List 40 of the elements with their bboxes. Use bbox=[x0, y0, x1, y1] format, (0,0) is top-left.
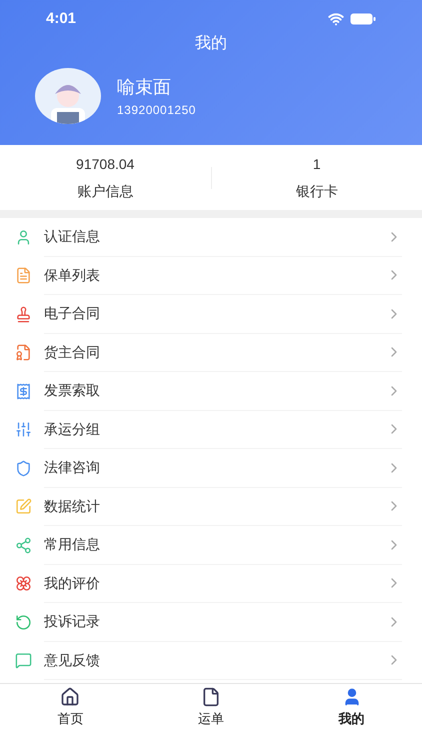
stat-label[interactable]: 账户信息 bbox=[77, 180, 134, 202]
tab-item[interactable]: 首页 bbox=[0, 684, 141, 750]
page-title: 我的 bbox=[195, 34, 227, 54]
menu-item[interactable]: 常用信息 bbox=[0, 526, 422, 564]
menu-label: 法律咨询 bbox=[44, 458, 101, 478]
avatar-icon bbox=[35, 68, 101, 124]
user-phone: 13920001250 bbox=[117, 102, 196, 118]
menu-label: 投诉记录 bbox=[44, 612, 101, 632]
menu-item[interactable]: 承运分组 bbox=[0, 410, 422, 449]
menu-item[interactable]: 投诉记录 bbox=[0, 603, 422, 642]
menu-item[interactable]: 发票索取 bbox=[0, 372, 422, 410]
tab-item[interactable]: 运单 bbox=[140, 684, 282, 750]
wifi-icon bbox=[328, 11, 344, 27]
status-time: 4:01 bbox=[46, 8, 76, 29]
menu-item[interactable]: 电子合同 bbox=[0, 295, 422, 334]
stat-label[interactable]: 银行卡 bbox=[296, 180, 338, 202]
home-icon bbox=[60, 687, 80, 707]
menu-label: 常用信息 bbox=[44, 535, 101, 554]
menu-label: 意见反馈 bbox=[44, 650, 101, 670]
menu-label: 数据统计 bbox=[44, 496, 101, 516]
document-icon bbox=[201, 687, 221, 707]
menu-label: 货主合同 bbox=[44, 342, 101, 362]
menu-item[interactable]: 保单列表 bbox=[0, 256, 422, 295]
menu-item[interactable]: 数据统计 bbox=[0, 488, 422, 526]
tab-item[interactable]: 我的 bbox=[281, 684, 422, 750]
user-name: 喻束面 bbox=[117, 76, 172, 98]
menu-label: 认证信息 bbox=[44, 227, 101, 246]
battery-icon bbox=[350, 13, 376, 25]
stat-value: 1 bbox=[312, 154, 321, 174]
menu-label: 电子合同 bbox=[44, 304, 101, 324]
menu-item[interactable]: 我的评价 bbox=[0, 564, 422, 603]
menu-label: 保单列表 bbox=[44, 266, 101, 285]
stat-value: 91708.04 bbox=[76, 154, 134, 174]
menu-label: 我的评价 bbox=[44, 574, 101, 593]
menu-item[interactable]: 法律咨询 bbox=[0, 449, 422, 488]
menu-item[interactable]: 认证信息 bbox=[0, 218, 422, 256]
menu-label: 发票索取 bbox=[44, 381, 101, 400]
menu-label: 承运分组 bbox=[44, 420, 101, 439]
menu-item[interactable]: 货主合同 bbox=[0, 334, 422, 372]
menu-item[interactable]: 意见反馈 bbox=[0, 642, 422, 680]
